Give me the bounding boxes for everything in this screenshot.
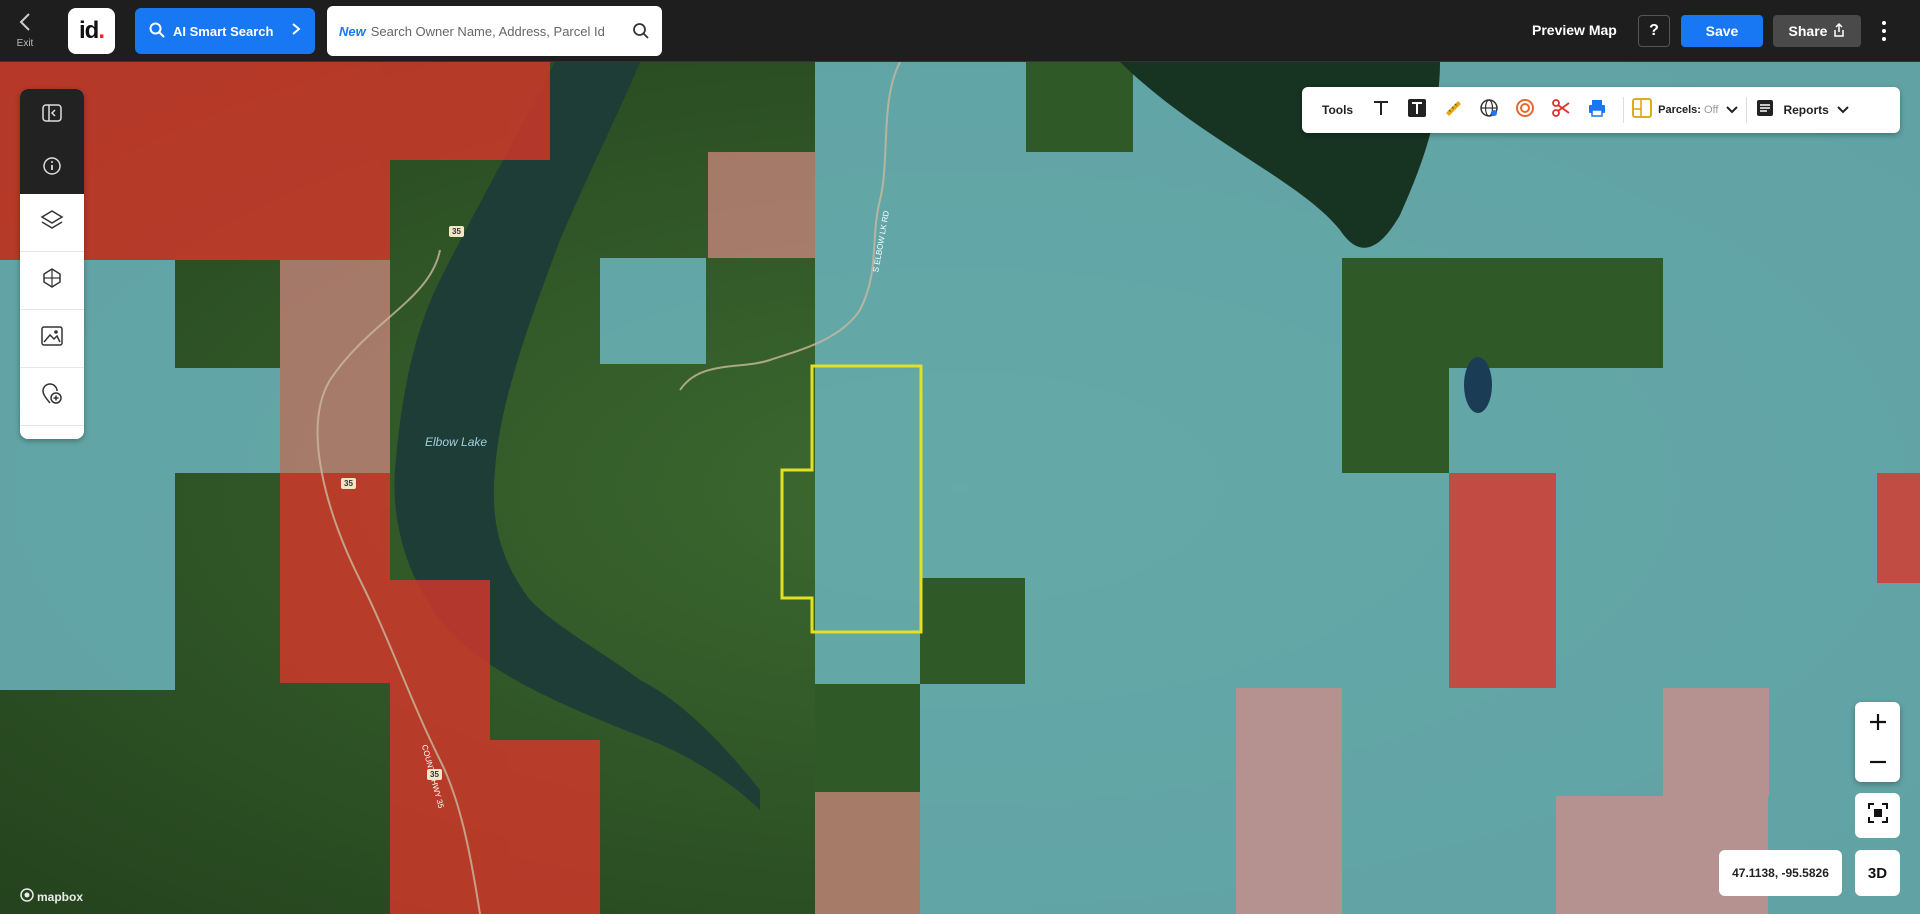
left-toolbar (20, 89, 84, 439)
radius-icon (1515, 98, 1535, 123)
radius-tool-button[interactable] (1507, 92, 1543, 128)
top-bar: Exit id. AI Smart Search New Preview Map… (0, 0, 1920, 62)
imagery-button[interactable] (20, 310, 84, 368)
parcels-icon (1632, 97, 1653, 123)
search-input[interactable] (370, 23, 632, 39)
toolbar-divider (1746, 97, 1748, 123)
add-location-button[interactable] (20, 368, 84, 426)
ai-smart-search-label: AI Smart Search (173, 23, 274, 39)
chevron-left-icon (8, 12, 42, 35)
route-shield: 35 (341, 478, 356, 489)
zoom-controls (1855, 702, 1900, 782)
mapbox-logo-icon (20, 888, 34, 905)
image-icon (41, 326, 63, 351)
ruler-icon (1443, 98, 1463, 123)
text-tool-button[interactable] (1363, 92, 1399, 128)
exit-label: Exit (16, 38, 34, 49)
minus-icon (1869, 760, 1886, 764)
zoom-in-button[interactable] (1855, 702, 1900, 742)
chevron-right-icon (291, 22, 301, 41)
measure-tool-button[interactable] (1435, 92, 1471, 128)
parcels-toggle-button[interactable]: Parcels: Off (1632, 92, 1739, 128)
reports-button[interactable]: Reports (1755, 92, 1849, 128)
scissors-icon (1551, 98, 1571, 123)
share-button[interactable]: Share (1773, 15, 1861, 47)
map-canvas[interactable]: Elbow Lake S ELBOW LK RD COUNTY HWY 35 3… (0, 62, 1920, 914)
add-pin-icon (41, 383, 63, 410)
parcels-state: Off (1703, 104, 1719, 116)
focus-frame-icon (1867, 802, 1889, 829)
3d-toggle-button[interactable]: 3D (1855, 850, 1900, 896)
text-box-tool-button[interactable] (1399, 92, 1435, 128)
lake-label: Elbow Lake (425, 435, 488, 449)
search-box[interactable]: New (327, 6, 662, 56)
fit-bounds-button[interactable] (1855, 793, 1900, 838)
reports-icon (1755, 98, 1775, 123)
sidebar-toggle-icon (42, 104, 62, 127)
toolbar-divider (1623, 97, 1625, 123)
route-shield: 35 (449, 226, 464, 237)
parcel-grid-icon (41, 267, 63, 294)
text-box-icon (1407, 98, 1427, 123)
preview-map-button[interactable]: Preview Map (1532, 22, 1617, 38)
search-new-badge: New (339, 23, 366, 39)
print-tool-button[interactable] (1579, 92, 1615, 128)
logo-dot: . (98, 17, 105, 44)
search-icon (149, 22, 165, 41)
satellite-imagery (0, 62, 1920, 914)
exit-button[interactable]: Exit (8, 12, 42, 49)
logo-text: id (79, 17, 99, 44)
plus-icon (1869, 714, 1886, 730)
zoom-out-button[interactable] (1855, 742, 1900, 782)
share-label: Share (1788, 23, 1828, 39)
toggle-sidebar-button[interactable] (20, 89, 84, 142)
help-button[interactable]: ? (1638, 15, 1670, 47)
more-menu-icon[interactable] (1877, 18, 1891, 44)
search-icon[interactable] (632, 22, 650, 40)
layers-icon (40, 209, 64, 236)
tools-bar: Tools Parcels: Off Reports (1302, 87, 1900, 133)
parcels-label: Parcels: (1658, 104, 1701, 116)
mapbox-attribution[interactable]: mapbox (20, 888, 83, 905)
app-logo[interactable]: id. (68, 8, 115, 54)
globe-tool-button[interactable] (1471, 92, 1507, 128)
parcel-data-button[interactable] (20, 252, 84, 310)
ai-smart-search-button[interactable]: AI Smart Search (135, 8, 315, 54)
share-icon (1833, 22, 1845, 40)
chevron-down-icon (1837, 103, 1849, 117)
text-icon (1372, 99, 1390, 122)
reports-label: Reports (1783, 103, 1829, 117)
info-icon (42, 156, 62, 181)
chevron-down-icon (1726, 103, 1739, 117)
tools-label: Tools (1322, 103, 1354, 117)
globe-icon (1479, 98, 1499, 123)
printer-icon (1587, 98, 1607, 123)
coordinates-readout: 47.1138, -95.5826 (1719, 850, 1842, 896)
cut-tool-button[interactable] (1543, 92, 1579, 128)
route-shield: 35 (427, 769, 442, 780)
mapbox-label: mapbox (37, 889, 84, 904)
layers-button[interactable] (20, 194, 84, 252)
save-button[interactable]: Save (1681, 15, 1763, 47)
info-button[interactable] (20, 142, 84, 195)
